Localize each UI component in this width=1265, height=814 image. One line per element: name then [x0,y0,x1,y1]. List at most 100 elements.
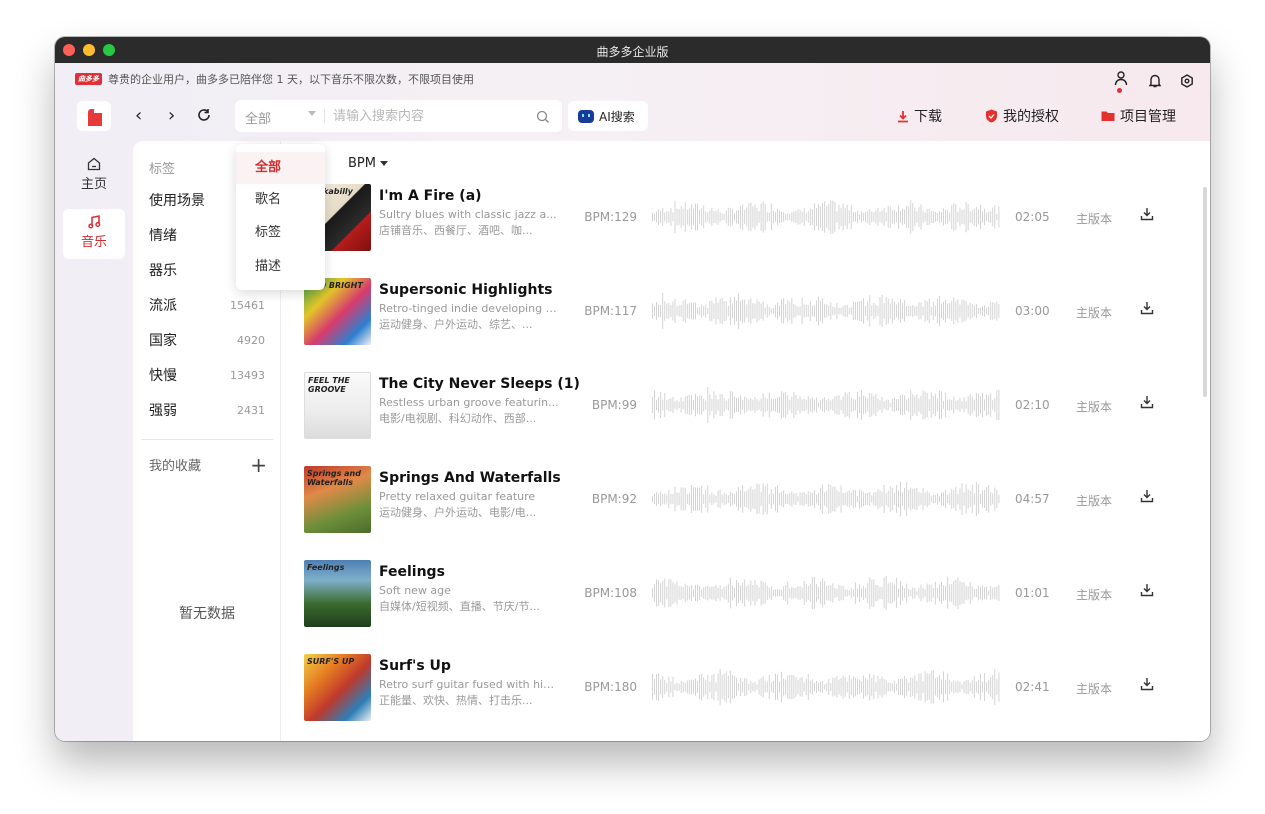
download-button[interactable]: 下载 [897,106,942,126]
user-icon[interactable] [1114,70,1130,95]
track-version[interactable]: 主版本 [1076,398,1112,415]
cover-art-text: SURF'S UP [307,657,355,666]
music-note-icon [87,215,100,229]
track-duration: 01:01 [1015,586,1050,600]
album-cover[interactable]: Springs and Waterfalls [304,466,371,533]
top-right-icons [1114,70,1194,95]
nav-music[interactable]: 音乐 [63,209,125,259]
waveform[interactable] [652,573,1000,613]
track-description: Pretty relaxed guitar feature [379,490,536,503]
project-management-button[interactable]: 项目管理 [1101,106,1176,126]
add-favorite-button[interactable]: + [250,455,267,475]
favorites-label: 我的收藏 [149,459,202,474]
cover-art-text: Springs and Waterfalls [307,469,361,487]
tag-item-tempo[interactable]: 快慢 13493 [149,363,265,387]
scrollbar[interactable] [1203,187,1207,397]
track-row[interactable]: Rockabilly I'm A Fire (a) Sultry blues wit… [304,184,1184,251]
track-version[interactable]: 主版本 [1076,680,1112,697]
track-row[interactable]: Springs and Waterfalls Springs And Waterf… [304,466,1184,533]
notification-dot [1117,88,1122,93]
track-bpm: BPM:129 [584,210,637,224]
track-version[interactable]: 主版本 [1076,586,1112,603]
track-row[interactable]: TOO BRIGHT Supersonic Highlights Retro-tin… [304,278,1184,345]
album-cover[interactable]: Feelings [304,560,371,627]
track-tags: 正能量、欢快、热情、打击乐... [379,694,533,707]
track-title[interactable]: Springs And Waterfalls [379,470,561,486]
waveform[interactable] [652,291,1000,331]
track-tags: 电影/电视剧、科幻动作、西部... [379,412,537,425]
chevron-down-icon[interactable] [308,111,316,116]
track-duration: 02:05 [1015,210,1050,224]
album-cover[interactable]: SURF'S UP [304,654,371,721]
download-icon[interactable] [1140,583,1154,597]
forward-button[interactable]: › [168,106,175,126]
track-description: Sultry blues with classic jazz a... [379,208,557,221]
caret-down-icon [380,161,388,166]
divider [141,439,273,440]
download-icon[interactable] [1140,677,1154,691]
track-title[interactable]: I'm A Fire (a) [379,188,482,204]
album-cover[interactable]: FEEL THE GROOVE [304,372,371,439]
track-version[interactable]: 主版本 [1076,210,1112,227]
notice-bar: 曲多多 尊贵的企业用户，曲多多已陪伴您 1 天，以下音乐不限次数，不限项目使用 [75,71,474,87]
track-title[interactable]: Surf's Up [379,658,451,674]
track-row[interactable]: SURF'S UP Surf's Up Retro surf guitar fuse… [304,654,1184,721]
empty-state: 暂无数据 [179,606,235,622]
search-box: 全部 [235,100,562,132]
waveform[interactable] [652,667,1000,707]
filter-bpm[interactable]: BPM [348,156,388,175]
track-title[interactable]: Feelings [379,564,445,580]
ai-search-button[interactable]: AI搜索 [568,101,648,131]
search-scope-select[interactable]: 全部 [245,108,271,127]
refresh-icon[interactable] [197,107,211,127]
track-bpm: BPM:99 [591,398,637,412]
track-title[interactable]: The City Never Sleeps (1) [379,376,580,392]
track-bpm: BPM:108 [584,586,637,600]
tag-item-intensity[interactable]: 强弱 2431 [149,398,265,422]
back-button[interactable]: ‹ [135,106,142,126]
home-icon [87,157,101,171]
window-title: 曲多多企业版 [596,45,669,59]
track-tags: 自媒体/短视频、直播、节庆/节... [379,600,540,613]
tag-item-country[interactable]: 国家 4920 [149,328,265,352]
app-window: 曲多多企业版 曲多多 尊贵的企业用户，曲多多已陪伴您 1 天，以下音乐不限次数，… [55,37,1210,741]
tags-heading: 标签 [149,162,176,177]
search-scope-dropdown: 全部 歌名 标签 描述 [236,144,325,290]
nav-home[interactable]: 主页 [63,151,125,201]
track-tags: 运动健身、户外运动、综艺、... [379,318,533,331]
download-icon[interactable] [1140,395,1154,409]
download-icon[interactable] [1140,207,1154,221]
track-bpm: BPM:92 [591,492,637,506]
bell-icon[interactable] [1148,73,1162,92]
track-version[interactable]: 主版本 [1076,492,1112,509]
track-description: Restless urban groove featurin... [379,396,559,409]
app-logo [77,101,111,131]
download-icon[interactable] [1140,301,1154,315]
download-icon[interactable] [1140,489,1154,503]
dropdown-option-description[interactable]: 描述 [236,251,325,283]
search-icon[interactable] [536,109,550,128]
track-bpm: BPM:117 [584,304,637,318]
my-license-button[interactable]: 我的授权 [985,106,1059,126]
settings-icon[interactable] [1180,73,1194,92]
robot-icon [578,109,594,123]
search-input[interactable] [333,106,523,126]
download-label: 下载 [914,109,942,125]
track-title[interactable]: Supersonic Highlights [379,282,552,298]
track-duration: 02:10 [1015,398,1050,412]
dropdown-option-all[interactable]: 全部 [236,152,325,184]
dropdown-option-title[interactable]: 歌名 [236,184,325,216]
project-management-label: 项目管理 [1120,109,1176,125]
waveform[interactable] [652,479,1000,519]
track-bpm: BPM:180 [584,680,637,694]
track-row[interactable]: Feelings Feelings Soft new age 自媒体/短视频、直播、节… [304,560,1184,627]
waveform[interactable] [652,385,1000,425]
waveform[interactable] [652,197,1000,237]
track-row[interactable]: FEEL THE GROOVE The City Never Sleeps (1)… [304,372,1184,439]
track-version[interactable]: 主版本 [1076,304,1112,321]
track-tags: 运动健身、户外运动、电影/电... [379,506,537,519]
my-license-label: 我的授权 [1003,109,1059,125]
side-nav: 主页 音乐 [55,141,133,741]
dropdown-option-tag[interactable]: 标签 [236,217,325,249]
tag-item-genre[interactable]: 流派 15461 [149,293,265,317]
